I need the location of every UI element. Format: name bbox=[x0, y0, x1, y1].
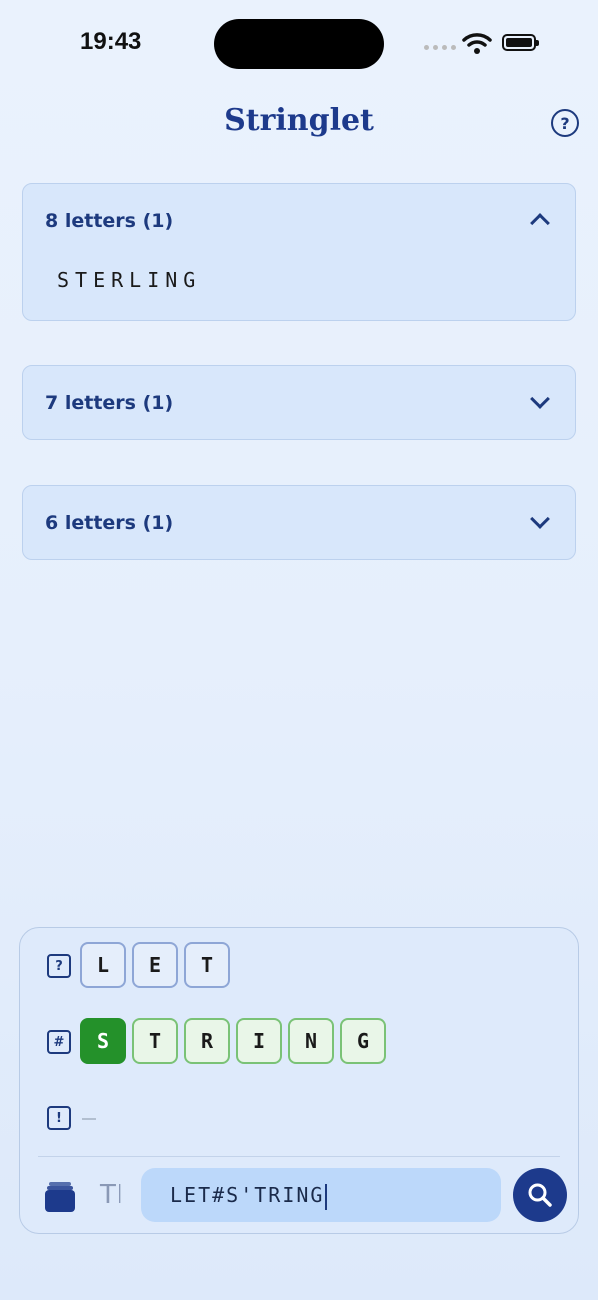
dynamic-island bbox=[214, 19, 384, 69]
group-label: 6 letters (1) bbox=[45, 512, 174, 534]
group-6-letters[interactable]: 6 letters (1) bbox=[22, 485, 576, 560]
search-icon bbox=[528, 1183, 552, 1207]
text-cursor-icon[interactable]: TI bbox=[100, 1180, 124, 1210]
letter-tile[interactable]: I bbox=[236, 1018, 282, 1064]
cellular-signal-icon bbox=[424, 45, 456, 50]
group-8-letters[interactable]: 8 letters (1) STERLING bbox=[22, 183, 576, 321]
stack-icon[interactable] bbox=[44, 1181, 76, 1213]
search-button[interactable] bbox=[513, 1168, 567, 1222]
required-letters-row: S T R I N G bbox=[80, 1018, 386, 1064]
optional-letters-row: L E T bbox=[80, 942, 230, 988]
input-panel: ? L E T # S T R I N G ! TI LET#S'TRING bbox=[19, 927, 579, 1234]
letter-tile[interactable]: T bbox=[132, 1018, 178, 1064]
empty-row-dash bbox=[82, 1118, 96, 1120]
letter-tile[interactable]: L bbox=[80, 942, 126, 988]
group-label: 8 letters (1) bbox=[45, 210, 174, 232]
exclamation-box-icon: ! bbox=[47, 1106, 71, 1130]
word-item[interactable]: STERLING bbox=[57, 268, 201, 292]
wifi-icon bbox=[462, 33, 492, 54]
letter-tile[interactable]: T bbox=[184, 942, 230, 988]
letter-tile[interactable]: E bbox=[132, 942, 178, 988]
search-input-value: LET#S'TRING bbox=[170, 1183, 325, 1207]
letter-tile[interactable]: G bbox=[340, 1018, 386, 1064]
hash-box-icon: # bbox=[47, 1030, 71, 1054]
app-title: Stringlet bbox=[224, 103, 374, 138]
battery-icon bbox=[502, 34, 539, 51]
letter-tile[interactable]: N bbox=[288, 1018, 334, 1064]
chevron-down-icon[interactable] bbox=[530, 389, 550, 409]
divider bbox=[38, 1156, 560, 1157]
chevron-up-icon[interactable] bbox=[530, 213, 550, 233]
chevron-down-icon[interactable] bbox=[530, 509, 550, 529]
search-input[interactable]: LET#S'TRING bbox=[141, 1168, 501, 1222]
text-caret bbox=[325, 1183, 328, 1210]
question-box-icon: ? bbox=[47, 954, 71, 978]
help-button[interactable]: ? bbox=[551, 109, 579, 137]
group-label: 7 letters (1) bbox=[45, 392, 174, 414]
group-7-letters[interactable]: 7 letters (1) bbox=[22, 365, 576, 440]
letter-tile[interactable]: S bbox=[80, 1018, 126, 1064]
question-circle-icon: ? bbox=[560, 113, 570, 133]
letter-tile[interactable]: R bbox=[184, 1018, 230, 1064]
status-time: 19:43 bbox=[80, 28, 142, 55]
